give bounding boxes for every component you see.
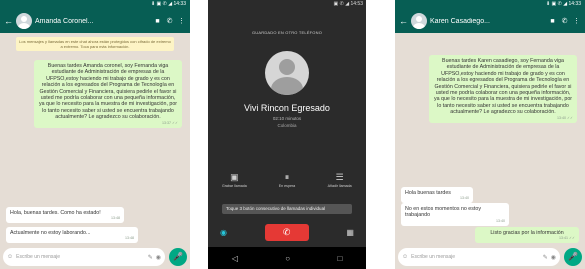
more-menu-icon[interactable]: ⋮ [177,17,186,25]
caller-name: Vivi Rincon Egresado [244,103,330,113]
attach-icon[interactable]: ✎ [148,254,153,261]
chat-area: Buenas tardes Karen casadiego, soy Ferna… [395,33,585,245]
encryption-notice[interactable]: Los mensajes y llamadas en este chat aho… [16,37,174,51]
avatar[interactable] [16,13,32,29]
recents-nav-icon[interactable]: □ [337,254,342,263]
message-time: 13:48 [125,236,134,241]
action-label: Añadir llamada [327,184,352,188]
whatsapp-chat-karen: ⬇ ▣ ✆ ◢ 14:33 ← Karen Casadiego... ■ ✆ ⋮… [395,0,585,269]
message-time: 13:41 ✓✓ [558,236,575,241]
message-text: Buenas tardes Karen casadiego, soy Ferna… [433,58,573,116]
message-time: 13:40 [496,218,505,223]
emoji-icon[interactable]: ☺ [402,254,408,260]
message-time: 13:40 ✓✓ [556,115,573,120]
back-arrow-icon[interactable]: ← [4,16,13,26]
outgoing-message[interactable]: Listo gracias por la información 13:41 ✓… [475,227,579,244]
call-screen: ▣ ✆ ◢ 14:53 GUARDADO EN OTRO TELÉFONO Vi… [208,0,366,269]
call-actions: ▣ Grabar llamada ⏸ En espera ☰ Añadir ll… [208,172,366,188]
contact-name[interactable]: Amanda Coronel... [35,18,150,25]
mic-button[interactable]: 🎤 [169,248,187,266]
status-bar: ⬇ ▣ ✆ ◢ 14:33 [0,0,190,9]
android-nav-bar: ◁ ○ □ [208,247,366,269]
camera-icon[interactable]: ◉ [156,254,161,261]
input-placeholder: Escribe un mensaje [411,254,456,260]
call-location: Colombia [277,123,297,128]
contact-name[interactable]: Karen Casadiego... [430,18,545,25]
keypad-icon[interactable]: ▦ [346,228,354,237]
incoming-message[interactable]: Hola buenas tardes 13:40 [401,187,473,204]
incoming-message[interactable]: No en estos momentos no estoy trabajando… [401,203,509,226]
toast-message: Toque 3 botón consecutivo de llamadas in… [222,204,352,214]
video-call-icon[interactable]: ■ [153,18,162,25]
status-bar: ⬇ ▣ ✆ ◢ 14:33 [395,0,585,9]
message-input[interactable]: ☺ Escribe un mensaje ✎ ◉ [398,248,560,266]
pause-icon: ⏸ [284,172,290,182]
message-text: Listo gracias por la información [490,230,564,236]
video-call-icon[interactable]: ■ [548,18,557,25]
action-label: En espera [278,184,296,188]
call-label: GUARDADO EN OTRO TELÉFONO [251,30,323,35]
incoming-message[interactable]: Actualmente no estoy laborando... 13:48 [6,227,138,244]
attach-icon[interactable]: ✎ [543,254,548,261]
message-time: 13:40 [460,196,469,201]
message-text: Actualmente no estoy laborando... [10,230,91,236]
incoming-message[interactable]: Hola, buenas tardes. Como ha estado! 13:… [6,207,124,224]
add-call-button[interactable]: ☰ Añadir llamada [322,172,358,188]
chat-header: ← Amanda Coronel... ■ ✆ ⋮ [0,9,190,33]
message-text: Buenas tardes Amanda coronel, soy Fernan… [38,63,178,121]
chat-header: ← Karen Casadiego... ■ ✆ ⋮ [395,9,585,33]
status-bar: ▣ ✆ ◢ 14:53 [333,1,363,7]
call-controls: ◉ ✆ ▦ [208,222,366,242]
speaker-icon[interactable]: ◉ [220,228,227,237]
record-call-button[interactable]: ▣ Grabar llamada [216,172,252,188]
outgoing-message[interactable]: Buenas tardes Amanda coronel, soy Fernan… [34,60,182,128]
end-call-button[interactable]: ✆ [264,223,309,241]
mic-button[interactable]: 🎤 [564,248,582,266]
outgoing-message[interactable]: Buenas tardes Karen casadiego, soy Ferna… [429,55,577,123]
phone-call-icon[interactable]: ✆ [560,17,569,25]
message-time: 13:48 [111,216,120,221]
message-input[interactable]: ☺ Escribe un mensaje ✎ ◉ [3,248,165,266]
back-arrow-icon[interactable]: ← [399,16,408,26]
message-input-bar: ☺ Escribe un mensaje ✎ ◉ 🎤 [0,245,190,269]
action-label: Grabar llamada [221,184,247,188]
whatsapp-chat-amanda: ⬇ ▣ ✆ ◢ 14:33 ← Amanda Coronel... ■ ✆ ⋮ … [0,0,190,269]
phone-call-icon[interactable]: ✆ [165,17,174,25]
hold-call-button[interactable]: ⏸ En espera [269,172,305,188]
message-text: Hola buenas tardes [405,190,451,196]
call-duration: 02:10 minutos [272,116,302,121]
avatar[interactable] [411,13,427,29]
message-input-bar: ☺ Escribe un mensaje ✎ ◉ 🎤 [395,245,585,269]
caller-avatar [265,51,309,95]
message-time: 13:37 ✓✓ [161,120,178,125]
contacts-icon: ☰ [335,172,344,182]
camera-icon[interactable]: ◉ [551,254,556,261]
home-nav-icon[interactable]: ○ [285,254,290,263]
emoji-icon[interactable]: ☺ [7,254,13,260]
message-text: Hola, buenas tardes. Como ha estado! [10,210,101,216]
record-icon: ▣ [230,172,239,182]
back-nav-icon[interactable]: ◁ [232,254,238,263]
input-placeholder: Escribe un mensaje [16,254,61,260]
chat-area: Los mensajes y llamadas en este chat aho… [0,33,190,245]
message-text: No en estos momentos no estoy trabajando [405,206,481,219]
more-menu-icon[interactable]: ⋮ [572,17,581,25]
